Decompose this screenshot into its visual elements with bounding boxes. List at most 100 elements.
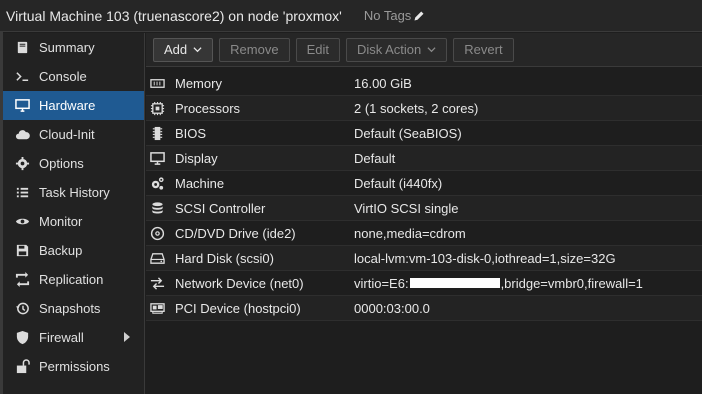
monitor-icon <box>13 98 31 114</box>
sidebar-item-label: Replication <box>39 272 104 287</box>
sidebar-item-summary[interactable]: Summary <box>3 33 144 62</box>
hardware-grid: Memory 16.00 GiB Processors 2 (1 sockets… <box>146 71 702 321</box>
sidebar-item-firewall[interactable]: Firewall <box>3 323 144 352</box>
mac-suffix: ,bridge=vmbr0,firewall=1 <box>500 275 643 291</box>
sidebar-item-label: Snapshots <box>39 301 101 316</box>
row-key: SCSI Controller <box>175 200 266 216</box>
sidebar-item-backup[interactable]: Backup <box>3 236 144 265</box>
sidebar-item-console[interactable]: Console <box>3 62 144 91</box>
row-value: Default <box>354 150 396 166</box>
title-bar: Virtual Machine 103 (truenascore2) on no… <box>0 0 702 32</box>
disc-icon <box>148 225 166 241</box>
database-icon <box>148 200 166 216</box>
remove-button[interactable]: Remove <box>219 37 290 62</box>
sidebar-item-monitor[interactable]: Monitor <box>3 207 144 236</box>
pci-card-icon <box>148 300 166 316</box>
exchange-icon <box>148 275 166 291</box>
tags-editor[interactable]: No Tags <box>364 8 425 23</box>
mac-prefix: virtio=E6: <box>354 275 409 291</box>
row-key: Machine <box>175 175 225 191</box>
row-value: 0000:03:00.0 <box>354 300 430 316</box>
sidebar-item-hardware[interactable]: Hardware <box>3 91 144 120</box>
row-value: 2 (1 sockets, 2 cores) <box>354 100 479 116</box>
table-row[interactable]: Display Default <box>146 146 702 171</box>
revert-button[interactable]: Revert <box>453 37 514 62</box>
cogs-icon <box>148 175 166 191</box>
table-row[interactable]: BIOS Default (SeaBIOS) <box>146 121 702 146</box>
sidebar-item-label: Firewall <box>39 330 84 345</box>
eye-icon <box>13 214 31 230</box>
history-icon <box>13 301 31 317</box>
floppy-icon <box>13 243 31 259</box>
unlock-icon <box>13 359 31 375</box>
sidebar-item-label: Permissions <box>39 359 110 374</box>
hdd-icon <box>148 250 166 266</box>
sidebar-item-label: Options <box>39 156 84 171</box>
add-button-label: Add <box>164 42 188 57</box>
row-key: CD/DVD Drive (ide2) <box>175 225 296 241</box>
row-value: 16.00 GiB <box>354 75 412 91</box>
edit-button[interactable]: Edit <box>295 37 340 62</box>
table-row[interactable]: SCSI Controller VirtIO SCSI single <box>146 196 702 221</box>
vm-sidebar: Summary Console Hardware Cloud-Init Opti… <box>3 33 145 394</box>
sidebar-item-label: Monitor <box>39 214 83 229</box>
table-row[interactable]: Machine Default (i440fx) <box>146 171 702 196</box>
table-row[interactable]: CD/DVD Drive (ide2) none,media=cdrom <box>146 221 702 246</box>
sidebar-item-label: Task History <box>39 185 110 200</box>
sidebar-item-label: Cloud-Init <box>39 127 95 142</box>
gear-icon <box>13 156 31 172</box>
edit-button-label: Edit <box>306 42 329 57</box>
sidebar-item-task-history[interactable]: Task History <box>3 178 144 207</box>
sidebar-item-label: Backup <box>39 243 83 258</box>
row-value: Default (i440fx) <box>354 175 443 191</box>
table-row[interactable]: Network Device (net0) virtio=E6: ,bridge=… <box>146 271 702 296</box>
retweet-icon <box>13 272 31 288</box>
add-button[interactable]: Add <box>153 37 214 62</box>
table-row[interactable]: Memory 16.00 GiB <box>146 71 702 96</box>
row-key: Processors <box>175 100 241 116</box>
desktop-icon <box>148 150 166 166</box>
shield-icon <box>13 330 31 346</box>
sidebar-item-permissions[interactable]: Permissions <box>3 352 144 381</box>
disk-action-button[interactable]: Disk Action <box>345 37 448 62</box>
expand-arrow-icon[interactable] <box>124 332 130 342</box>
sidebar-item-options[interactable]: Options <box>3 149 144 178</box>
redacted-mac-bar <box>409 278 500 288</box>
row-value: none,media=cdrom <box>354 225 466 241</box>
row-key: BIOS <box>175 125 207 141</box>
remove-button-label: Remove <box>230 42 279 57</box>
row-value: local-lvm:vm-103-disk-0,iothread=1,size=… <box>354 250 616 266</box>
row-key: Memory <box>175 75 222 91</box>
terminal-icon <box>13 69 31 85</box>
row-value: virtio=E6: ,bridge=vmbr0,firewall=1 <box>354 276 643 291</box>
sidebar-item-label: Console <box>39 69 87 84</box>
sidebar-item-replication[interactable]: Replication <box>3 265 144 294</box>
row-key: Network Device (net0) <box>175 275 304 291</box>
row-value: Default (SeaBIOS) <box>354 125 462 141</box>
list-icon <box>13 185 31 201</box>
row-key: Display <box>175 150 218 166</box>
row-key: Hard Disk (scsi0) <box>175 250 274 266</box>
chevron-down-icon <box>193 47 202 53</box>
table-row[interactable]: Processors 2 (1 sockets, 2 cores) <box>146 96 702 121</box>
sidebar-item-snapshots[interactable]: Snapshots <box>3 294 144 323</box>
page-title: Virtual Machine 103 (truenascore2) on no… <box>6 7 342 24</box>
chevron-down-icon <box>427 47 436 53</box>
pencil-icon[interactable] <box>413 10 425 22</box>
sidebar-item-cloud-init[interactable]: Cloud-Init <box>3 120 144 149</box>
row-key: PCI Device (hostpci0) <box>175 300 301 316</box>
cpu-icon <box>148 100 166 116</box>
book-icon <box>13 40 31 56</box>
microchip-icon <box>148 125 166 141</box>
revert-button-label: Revert <box>464 42 503 57</box>
cloud-icon <box>13 127 31 143</box>
sidebar-item-label: Hardware <box>39 98 96 113</box>
hardware-toolbar: Add Remove Edit Disk Action Revert <box>146 33 702 67</box>
row-value: VirtIO SCSI single <box>354 200 459 216</box>
tags-label: No Tags <box>363 8 412 23</box>
sidebar-item-label: Summary <box>39 40 95 55</box>
table-row[interactable]: Hard Disk (scsi0) local-lvm:vm-103-disk-… <box>146 246 702 271</box>
table-row[interactable]: PCI Device (hostpci0) 0000:03:00.0 <box>146 296 702 321</box>
disk-action-label: Disk Action <box>356 42 422 57</box>
memory-icon <box>148 75 166 91</box>
